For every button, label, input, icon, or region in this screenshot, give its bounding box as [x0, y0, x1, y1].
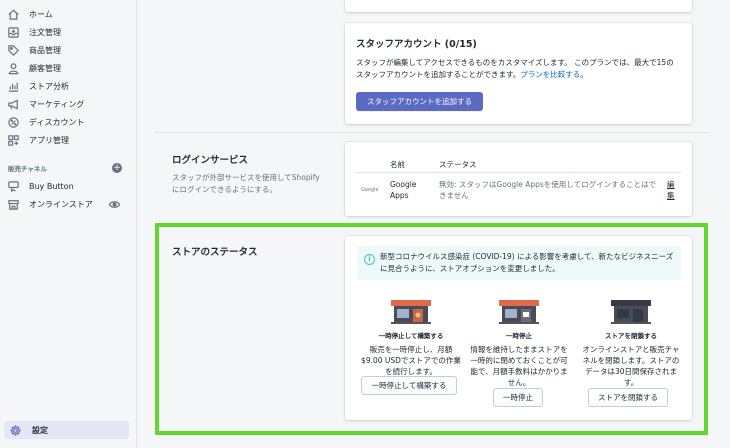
- store-icon: [6, 198, 20, 212]
- discount-icon: [6, 116, 20, 130]
- sidebar-item-home[interactable]: ホーム: [6, 6, 130, 23]
- settings-label: 設定: [32, 425, 48, 435]
- sidebar-item-online-store[interactable]: オンラインストア: [6, 196, 130, 213]
- login-services-card: 名前 ステータス Google Google Apps 無効: スタッフはGoo…: [345, 142, 692, 216]
- sidebar-item-label: Buy Button: [29, 182, 74, 191]
- sidebar: ホーム 注文管理 商品管理 顧客管理 ストア分析 マーケティング ディスカウント…: [0, 0, 137, 448]
- sales-channels-title: 販売チャネル: [8, 165, 47, 173]
- section-divider: [155, 132, 710, 133]
- orders-icon: [6, 26, 20, 40]
- sidebar-item-discounts[interactable]: ディスカウント: [6, 114, 130, 131]
- sidebar-item-buy-button[interactable]: Buy Button: [6, 178, 130, 195]
- add-channel-icon[interactable]: +: [112, 163, 122, 173]
- sidebar-item-analytics[interactable]: ストア分析: [6, 78, 130, 95]
- service-name: Google Apps: [390, 180, 417, 200]
- sidebar-item-label: ディスカウント: [29, 118, 85, 127]
- staff-accounts-card: スタッフアカウント (0/15) スタッフが編集してアクセスできるものをカスタマ…: [345, 23, 692, 124]
- tag-icon: [6, 44, 20, 58]
- gear-icon: [8, 423, 22, 437]
- highlight-box: [155, 223, 708, 435]
- column-name-header: 名前: [390, 160, 405, 169]
- megaphone-icon: [6, 98, 20, 112]
- google-logo: Google: [361, 187, 379, 193]
- sidebar-item-orders[interactable]: 注文管理: [6, 24, 130, 41]
- previous-card-bottom: [345, 0, 692, 12]
- sidebar-item-marketing[interactable]: マーケティング: [6, 96, 130, 113]
- sidebar-item-label: オンラインストア: [29, 200, 93, 209]
- edit-link[interactable]: 編集: [667, 179, 677, 201]
- eye-icon[interactable]: [107, 198, 121, 212]
- home-icon: [6, 8, 20, 22]
- sidebar-item-label: 注文管理: [29, 28, 61, 37]
- table-divider: [356, 172, 681, 173]
- buy-button-icon: [6, 180, 20, 194]
- apps-icon: [6, 134, 20, 148]
- sidebar-item-label: マーケティング: [29, 100, 85, 109]
- sidebar-item-label: ストア分析: [29, 82, 69, 91]
- staff-accounts-text: スタッフが編集してアクセスできるものをカスタマイズします。 このプランでは、最大…: [356, 58, 674, 79]
- sidebar-item-products[interactable]: 商品管理: [6, 42, 130, 59]
- login-services-description: スタッフが外部サービスを使用してShopifyにログインできるようにする。: [172, 173, 320, 194]
- compare-plans-link[interactable]: プランを比較する: [520, 70, 580, 79]
- customer-icon: [6, 62, 20, 76]
- staff-accounts-title: スタッフアカウント (0/15): [356, 39, 477, 50]
- column-status-header: ステータス: [439, 160, 477, 169]
- analytics-icon: [6, 80, 20, 94]
- sidebar-item-label: 顧客管理: [29, 64, 61, 73]
- sidebar-item-label: ホーム: [29, 10, 53, 19]
- login-services-heading: ログインサービス: [172, 155, 249, 166]
- sidebar-item-settings[interactable]: 設定: [4, 421, 129, 439]
- service-status: 無効: スタッフはGoogle Appsを使用してログインすることはできません: [439, 180, 657, 200]
- sidebar-item-apps[interactable]: アプリ管理: [6, 132, 130, 149]
- sidebar-item-label: アプリ管理: [29, 136, 69, 145]
- sidebar-item-label: 商品管理: [29, 46, 61, 55]
- sidebar-item-customers[interactable]: 顧客管理: [6, 60, 130, 77]
- add-staff-account-button[interactable]: スタッフアカウントを追加する: [356, 92, 483, 111]
